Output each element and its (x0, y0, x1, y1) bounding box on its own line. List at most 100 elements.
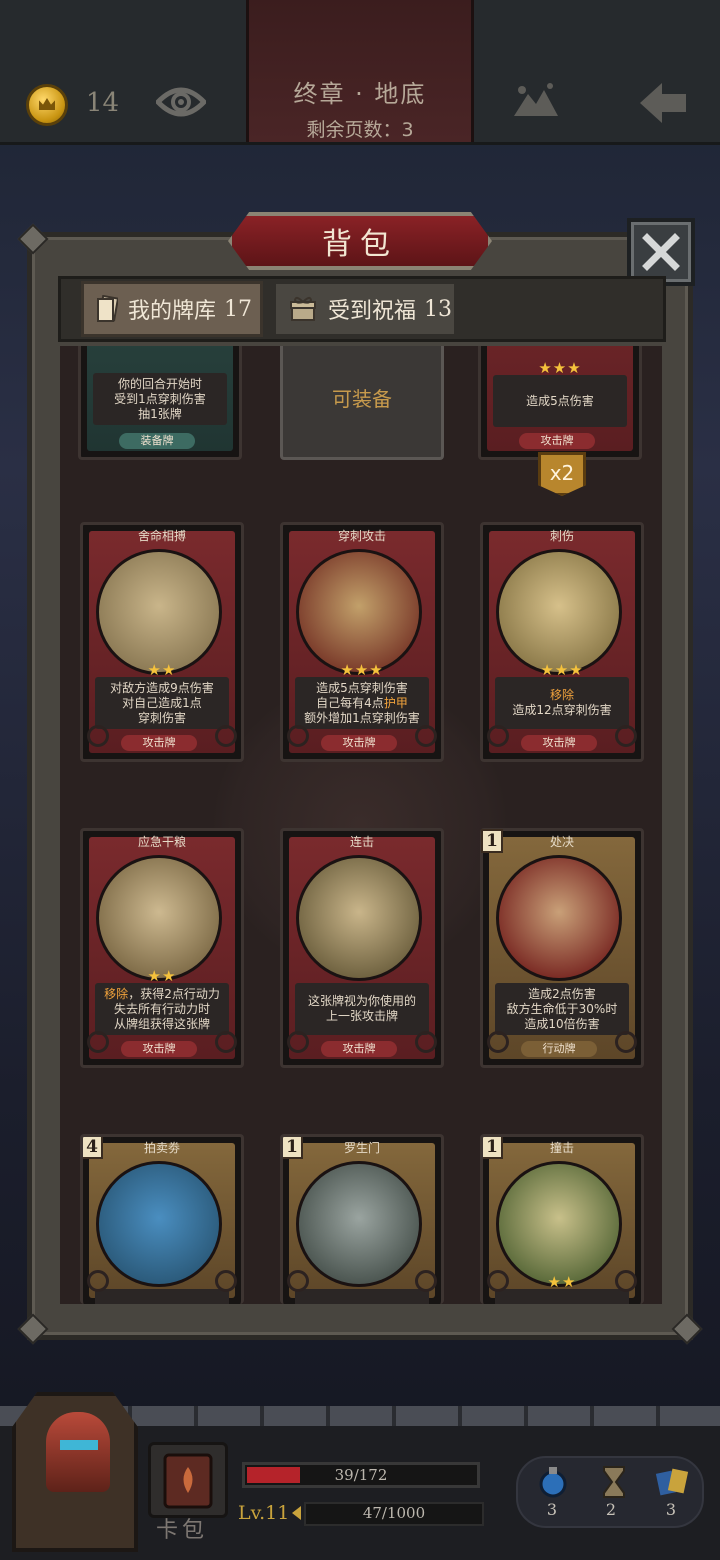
card-description-line: 对自己造成1点 (122, 695, 202, 710)
card-description-line: 上一张攻击牌 (325, 1009, 398, 1023)
card-description (495, 1289, 629, 1304)
back-arrow-icon[interactable] (636, 80, 690, 126)
equip-slot-label: 可装备 (332, 386, 392, 411)
card-description-line: 造成12点穿刺伤害 (512, 703, 612, 717)
card-8[interactable]: 罗生门 1 直到下回合 (280, 1134, 444, 1304)
card-name: 撞击 (549, 1141, 574, 1155)
cards-icon[interactable] (652, 1464, 692, 1504)
card-description-line: 穿刺伤害 (137, 710, 186, 725)
card-description-line: 失去所有行动力时 (113, 1001, 210, 1016)
card-description: 移除，获得2点行动力 失去所有行动力时 从牌组获得这张牌 (95, 983, 229, 1035)
card-3[interactable]: 刺伤 ★★★ 移除 造成12点穿刺伤害 攻击牌 (480, 522, 644, 762)
swirl-ornament (287, 1270, 309, 1292)
card-name: 拍卖劵 (143, 1141, 180, 1155)
coin-count: 14 (86, 88, 120, 118)
card-type-badge: 装备牌 (119, 433, 195, 449)
card-name: 处决 (549, 835, 574, 849)
hp-bar: 39/172 (242, 1462, 480, 1488)
card-name: 连击 (349, 835, 374, 849)
xp-bar: 47/1000 (304, 1502, 484, 1526)
top-hud: 14 终章 · 地底 剩余页数：3 (0, 0, 720, 145)
swirl-ornament (415, 725, 437, 747)
eye-icon[interactable] (156, 84, 206, 120)
card-description: 你的回合开始时 受到1点穿刺伤害 抽1张牌 (93, 373, 227, 425)
card-partial-equip[interactable]: 你的回合开始时 受到1点穿刺伤害 抽1张牌 装备牌 (78, 346, 242, 460)
tabs-bar: 我的牌库 17 受到祝福 13 (58, 276, 666, 342)
card-9[interactable]: 撞击 1 ★★ (480, 1134, 644, 1304)
card-type-badge: 行动牌 (521, 1041, 597, 1057)
card-description-line: 移除 (549, 688, 574, 702)
card-art (496, 1161, 622, 1287)
swirl-ornament (487, 1270, 509, 1292)
swirl-ornament (215, 1031, 237, 1053)
card-type-badge: 攻击牌 (121, 735, 197, 751)
card-5[interactable]: 连击 这张牌视为你使用的 上一张攻击牌 攻击牌 (280, 828, 444, 1068)
equip-slot[interactable]: 可装备 (280, 346, 444, 460)
tab-label: 我的牌库 (128, 299, 217, 324)
xp-text: 47/1000 (362, 1504, 426, 1522)
card-description-line: 造成2点伤害 (528, 986, 596, 1001)
map-icon[interactable] (510, 80, 562, 122)
card-cost: 1 (483, 1137, 503, 1159)
card-description-line: 造成10倍伤害 (524, 1016, 600, 1031)
card-art (496, 855, 622, 981)
swirl-ornament (415, 1270, 437, 1292)
swirl-ornament (87, 1031, 109, 1053)
hourglass-icon[interactable] (594, 1464, 634, 1504)
crown-coin-icon (26, 84, 68, 126)
card-description: 造成5点伤害 (493, 375, 627, 427)
potion-count: 3 (546, 1500, 558, 1519)
hourglass-count: 2 (605, 1500, 617, 1519)
card-7[interactable]: 拍卖劵 4 抽2张牌，自己场上 (80, 1134, 244, 1304)
card-type-badge: 攻击牌 (521, 735, 597, 751)
hero-portrait[interactable] (12, 1392, 138, 1552)
cards-count: 3 (665, 1500, 677, 1519)
card-description: 移除 造成12点穿刺伤害 (495, 677, 629, 729)
swirl-ornament (287, 1031, 309, 1053)
tab-my-deck[interactable]: 我的牌库 17 (81, 281, 263, 337)
card-description: 造成2点伤害 敌方生命低于30%时 造成10倍伤害 (495, 983, 629, 1035)
swirl-ornament (215, 725, 237, 747)
card-art (296, 855, 422, 981)
visor (60, 1440, 98, 1450)
card-partial-attack[interactable]: ★★★ 造成5点伤害 攻击牌 (478, 346, 642, 460)
tab-count: 13 (424, 296, 453, 322)
chapter-panel: 终章 · 地底 剩余页数：3 (246, 0, 474, 142)
card-2[interactable]: 穿刺攻击 ★★★ 造成5点穿刺伤害 自己每有4点护甲 额外增加1点穿刺伤害 攻击牌 (280, 522, 444, 762)
card-art (496, 549, 622, 675)
card-description-line: 这张牌视为你使用的 (307, 994, 416, 1008)
card-description: 造成5点穿刺伤害 自己每有4点护甲 额外增加1点穿刺伤害 (295, 677, 429, 729)
card-type-badge: 攻击牌 (321, 1041, 397, 1057)
potion-icon[interactable] (534, 1464, 574, 1504)
card-description: 这张牌视为你使用的 上一张攻击牌 (295, 983, 429, 1035)
card-6[interactable]: 处决 1 造成2点伤害 敌方生命低于30%时 造成10倍伤害行动牌 (480, 828, 644, 1068)
swirl-ornament (615, 1270, 637, 1292)
card-description-line: 额外增加1点穿刺伤害 (304, 710, 420, 725)
card-stack-icon (97, 295, 118, 322)
card-description: 直到下回合 (295, 1289, 429, 1304)
swirl-ornament (215, 1270, 237, 1292)
card-type-badge: 攻击牌 (121, 1041, 197, 1057)
swirl-ornament (487, 1031, 509, 1053)
card-art (296, 1161, 422, 1287)
close-icon (642, 233, 680, 271)
card-cost: 1 (481, 829, 503, 853)
pages-remaining: 剩余页数：3 (306, 119, 414, 141)
card-description-line: 移除，获得2点行动力 (104, 986, 220, 1001)
tab-label: 受到祝福 (328, 299, 417, 324)
card-type-badge: 攻击牌 (321, 735, 397, 751)
card-4[interactable]: 应急干粮 ★★ 移除，获得2点行动力 失去所有行动力时 从牌组获得这张牌 攻击牌 (80, 828, 244, 1068)
tab-blessings[interactable]: 受到祝福 13 (273, 281, 457, 337)
card-name: 应急干粮 (137, 835, 186, 849)
card-1[interactable]: 舍命相搏 ★★ 对敌方造成9点伤害 对自己造成1点 穿刺伤害 攻击牌 (80, 522, 244, 762)
level-text: Lv.11 (238, 1502, 290, 1524)
swirl-ornament (615, 725, 637, 747)
card-bag-button[interactable] (148, 1442, 228, 1518)
helmet (46, 1412, 110, 1492)
swirl-ornament (287, 725, 309, 747)
card-name: 刺伤 (549, 529, 574, 543)
swirl-ornament (87, 725, 109, 747)
card-cost: 4 (83, 1137, 103, 1159)
panel-title: 背包 (228, 212, 492, 270)
card-name: 罗生门 (343, 1141, 380, 1155)
